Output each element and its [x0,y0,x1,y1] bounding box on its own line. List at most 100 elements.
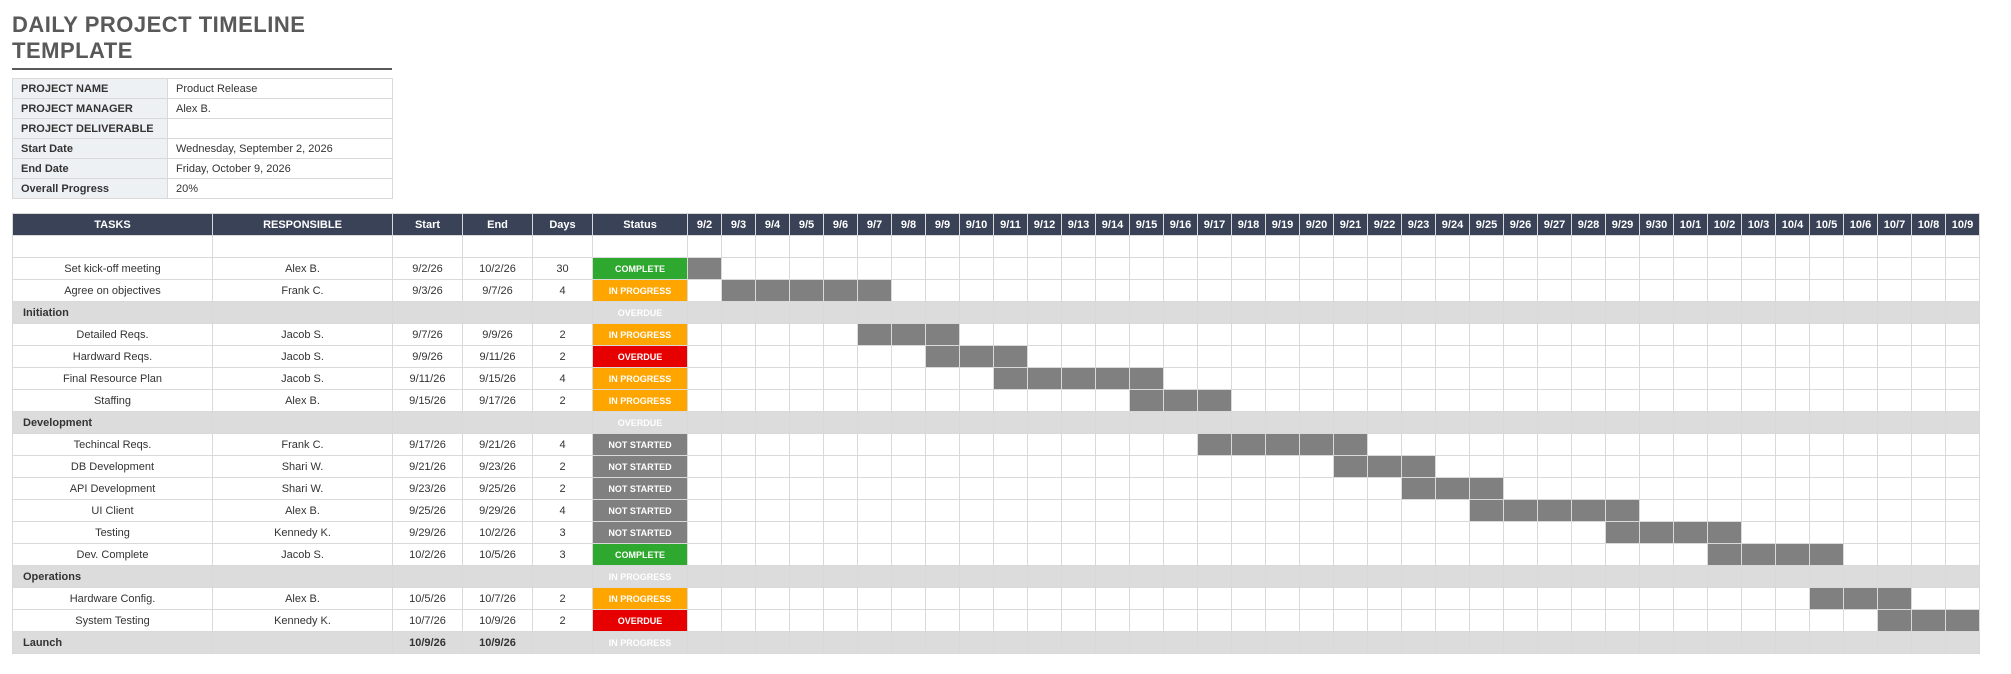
task-name[interactable]: Set kick-off meeting [13,258,213,280]
task-name[interactable]: Detailed Reqs. [13,324,213,346]
status-badge[interactable]: OVERDUE [593,412,688,434]
days[interactable]: 2 [533,456,593,478]
responsible[interactable]: Frank C. [213,434,393,456]
start-date[interactable] [393,412,463,434]
start-date[interactable]: 10/2/26 [393,544,463,566]
task-name[interactable]: Operations [13,566,213,588]
status-badge[interactable]: COMPLETE [593,544,688,566]
status-badge[interactable]: NOT STARTED [593,434,688,456]
end-date[interactable]: 9/11/26 [463,346,533,368]
days[interactable]: 4 [533,280,593,302]
meta-value[interactable]: Product Release [168,79,393,99]
status-badge[interactable]: IN PROGRESS [593,368,688,390]
start-date[interactable]: 9/2/26 [393,258,463,280]
end-date[interactable] [463,412,533,434]
task-name[interactable]: Agree on objectives [13,280,213,302]
days[interactable]: 4 [533,368,593,390]
task-name[interactable]: Development [13,412,213,434]
start-date[interactable]: 9/17/26 [393,434,463,456]
responsible[interactable]: Alex B. [213,390,393,412]
end-date[interactable]: 10/9/26 [463,610,533,632]
days[interactable] [533,412,593,434]
days[interactable]: 2 [533,588,593,610]
days[interactable]: 30 [533,258,593,280]
status-badge[interactable]: OVERDUE [593,302,688,324]
responsible[interactable]: Jacob S. [213,324,393,346]
end-date[interactable]: 10/5/26 [463,544,533,566]
responsible[interactable]: Kennedy K. [213,522,393,544]
start-date[interactable]: 9/29/26 [393,522,463,544]
end-date[interactable] [463,566,533,588]
status-badge[interactable]: IN PROGRESS [593,566,688,588]
responsible[interactable]: Jacob S. [213,368,393,390]
end-date[interactable]: 10/2/26 [463,258,533,280]
end-date[interactable]: 10/2/26 [463,522,533,544]
responsible[interactable] [213,302,393,324]
responsible[interactable]: Shari W. [213,478,393,500]
responsible[interactable]: Shari W. [213,456,393,478]
end-date[interactable]: 9/25/26 [463,478,533,500]
days[interactable] [533,566,593,588]
responsible[interactable]: Jacob S. [213,544,393,566]
days[interactable]: 4 [533,434,593,456]
start-date[interactable]: 9/25/26 [393,500,463,522]
status-badge[interactable]: IN PROGRESS [593,632,688,654]
end-date[interactable]: 9/29/26 [463,500,533,522]
meta-value[interactable]: Friday, October 9, 2026 [168,159,393,179]
end-date[interactable]: 9/23/26 [463,456,533,478]
days[interactable]: 3 [533,522,593,544]
end-date[interactable]: 9/21/26 [463,434,533,456]
status-badge[interactable]: OVERDUE [593,610,688,632]
task-name[interactable]: Initiation [13,302,213,324]
start-date[interactable]: 9/15/26 [393,390,463,412]
start-date[interactable]: 10/9/26 [393,632,463,654]
days[interactable]: 3 [533,544,593,566]
responsible[interactable]: Frank C. [213,280,393,302]
task-name[interactable]: DB Development [13,456,213,478]
responsible[interactable] [213,412,393,434]
start-date[interactable]: 9/23/26 [393,478,463,500]
days[interactable] [533,632,593,654]
task-name[interactable]: System Testing [13,610,213,632]
status-badge[interactable]: IN PROGRESS [593,588,688,610]
meta-value[interactable]: 20% [168,179,393,199]
task-name[interactable]: API Development [13,478,213,500]
status-badge[interactable]: NOT STARTED [593,500,688,522]
status-badge[interactable]: NOT STARTED [593,478,688,500]
start-date[interactable]: 9/9/26 [393,346,463,368]
responsible[interactable]: Jacob S. [213,346,393,368]
start-date[interactable] [393,566,463,588]
task-name[interactable]: Techincal Reqs. [13,434,213,456]
status-badge[interactable]: IN PROGRESS [593,280,688,302]
status-badge[interactable]: NOT STARTED [593,456,688,478]
days[interactable] [533,302,593,324]
days[interactable]: 2 [533,324,593,346]
days[interactable]: 2 [533,390,593,412]
meta-value[interactable]: Alex B. [168,99,393,119]
end-date[interactable]: 9/7/26 [463,280,533,302]
end-date[interactable]: 9/17/26 [463,390,533,412]
meta-value[interactable] [168,119,393,139]
task-name[interactable]: Launch [13,632,213,654]
start-date[interactable]: 10/7/26 [393,610,463,632]
responsible[interactable]: Kennedy K. [213,610,393,632]
end-date[interactable]: 10/7/26 [463,588,533,610]
status-badge[interactable]: COMPLETE [593,258,688,280]
status-badge[interactable]: OVERDUE [593,346,688,368]
task-name[interactable]: Staffing [13,390,213,412]
responsible[interactable]: Alex B. [213,500,393,522]
responsible[interactable] [213,632,393,654]
task-name[interactable]: Testing [13,522,213,544]
status-badge[interactable]: IN PROGRESS [593,324,688,346]
end-date[interactable] [463,302,533,324]
end-date[interactable]: 9/9/26 [463,324,533,346]
responsible[interactable]: Alex B. [213,258,393,280]
days[interactable]: 2 [533,610,593,632]
task-name[interactable]: Final Resource Plan [13,368,213,390]
end-date[interactable]: 10/9/26 [463,632,533,654]
days[interactable]: 2 [533,478,593,500]
start-date[interactable]: 9/7/26 [393,324,463,346]
task-name[interactable]: UI Client [13,500,213,522]
start-date[interactable]: 9/3/26 [393,280,463,302]
task-name[interactable]: Dev. Complete [13,544,213,566]
